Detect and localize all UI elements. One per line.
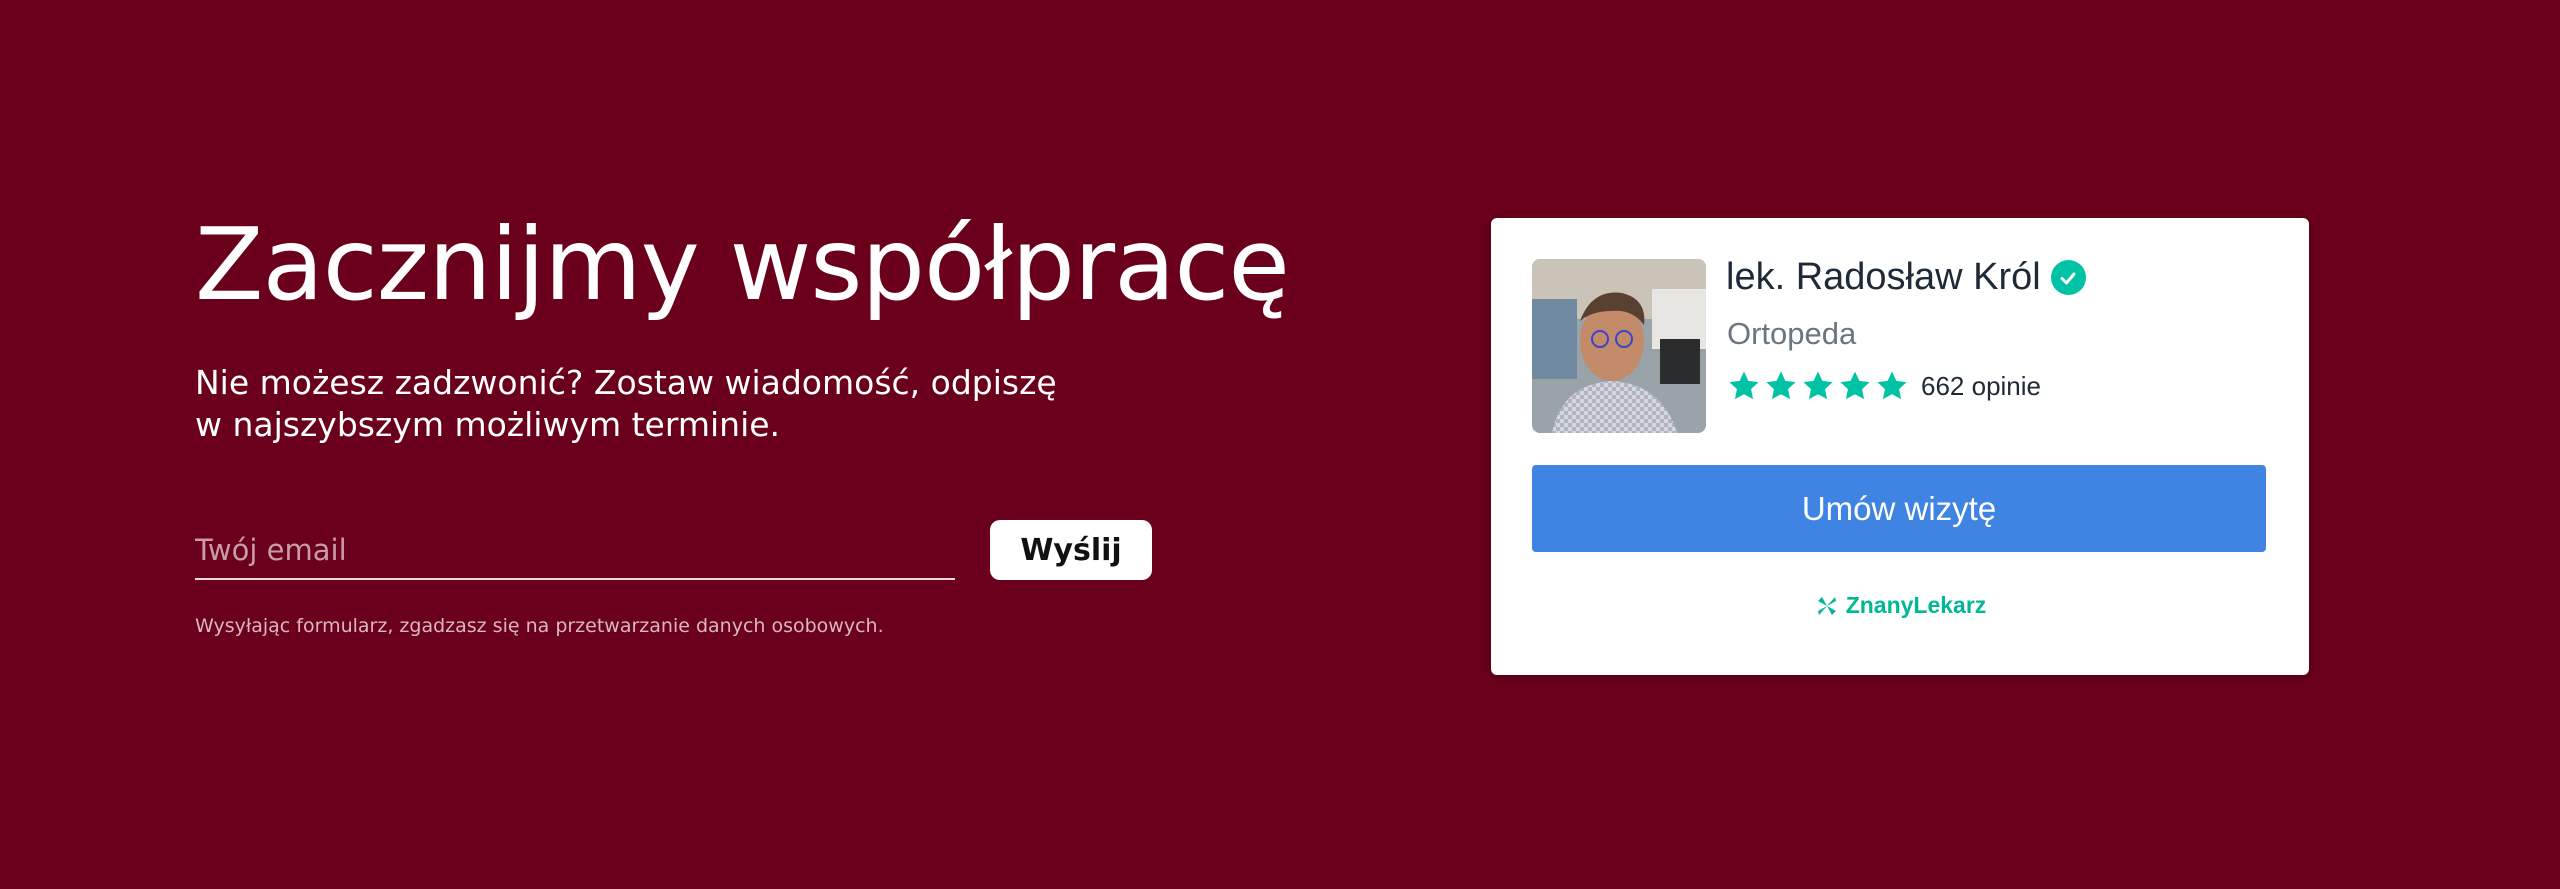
reviews-count-link[interactable]: 662 opinie <box>1921 371 2041 402</box>
page-title: Zacznijmy współpracę <box>195 206 1290 323</box>
verified-check-icon <box>2050 260 2086 295</box>
email-field-wrapper <box>195 525 955 580</box>
rating-stars <box>1727 369 1909 403</box>
znanylekarz-logo-icon <box>1817 596 1836 615</box>
star-icon <box>1803 371 1833 400</box>
subtitle-line-1: Nie możesz zadzwonić? Zostaw wiadomość, … <box>195 363 1057 402</box>
doctor-specialty: Ortopeda <box>1727 316 1857 351</box>
star-icon <box>1840 371 1870 400</box>
doctor-photo[interactable] <box>1532 259 1706 433</box>
email-input[interactable] <box>195 525 955 575</box>
consent-text: Wysyłając formularz, zgadzasz się na prz… <box>195 615 884 637</box>
doctor-name[interactable]: lek. Radosław Król <box>1726 256 2041 299</box>
book-appointment-button[interactable]: Umów wizytę <box>1532 465 2266 552</box>
send-button[interactable]: Wyślij <box>990 520 1152 580</box>
doctor-card: lek. Radosław Król Ortopeda 662 opinie U… <box>1491 218 2309 675</box>
doctor-name-row: lek. Radosław Król <box>1726 256 2086 299</box>
znanylekarz-logo[interactable]: ZnanyLekarz <box>1491 592 2309 619</box>
brand-name: ZnanyLekarz <box>1845 592 1987 618</box>
doctor-photo-image <box>1532 259 1706 433</box>
star-icon <box>1766 371 1796 400</box>
star-icon <box>1877 371 1907 400</box>
rating-row: 662 opinie <box>1727 369 2041 403</box>
subtitle-line-2: w najszybszym możliwym terminie. <box>195 405 781 444</box>
star-icon <box>1729 371 1759 400</box>
subtitle: Nie możesz zadzwonić? Zostaw wiadomość, … <box>195 362 1075 446</box>
